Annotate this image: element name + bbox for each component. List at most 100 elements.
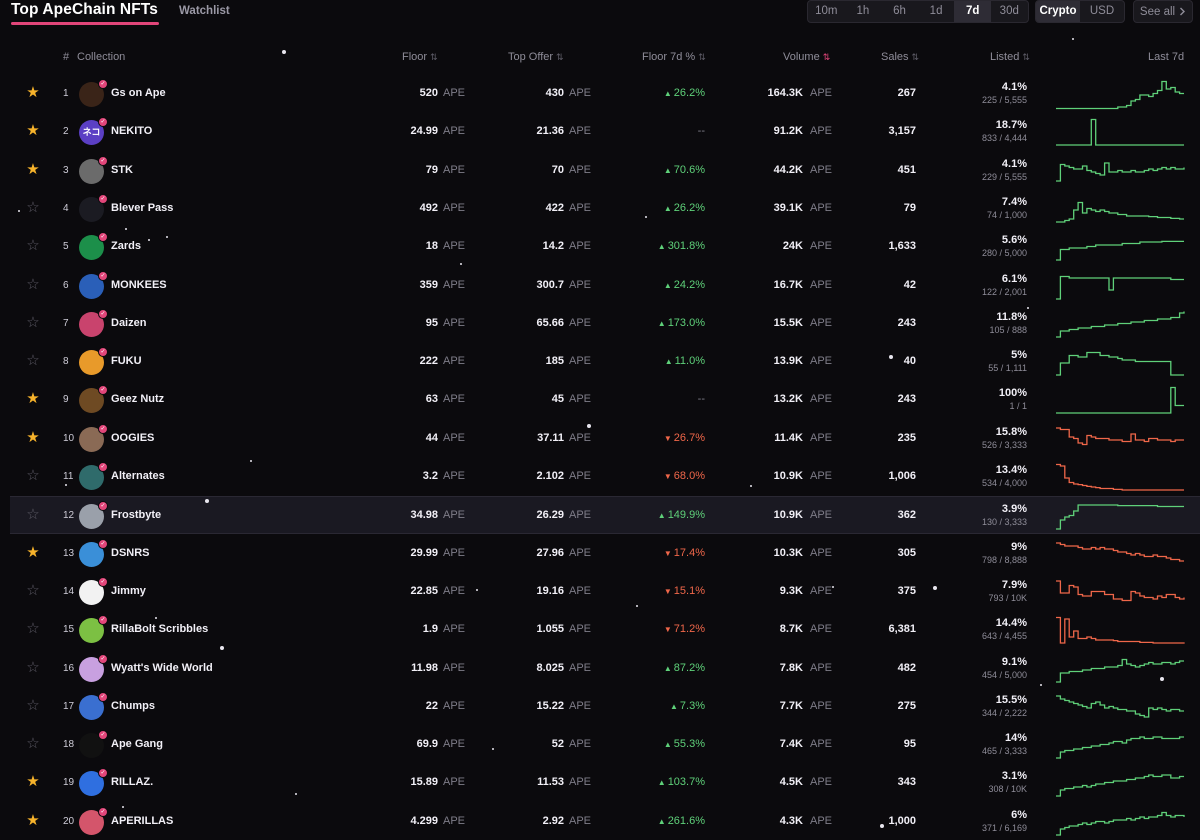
collection-name[interactable]: APERILLAS (111, 815, 173, 827)
collection-name[interactable]: MONKEES (111, 279, 167, 291)
col-header-sales[interactable]: Sales ⇅ (881, 51, 919, 65)
volume: 10.9K (773, 470, 803, 482)
collection-name[interactable]: Daizen (111, 317, 146, 329)
table-row[interactable]: ☆ 15 ✓ RillaBolt Scribbles 1.9 APE 1.055 APE ▼ 71… (10, 611, 1200, 649)
collection-name[interactable]: RILLAZ. (111, 776, 153, 788)
table-row[interactable]: ★ 9 ✓ Geez Nutz 63 APE 45 APE -- 13.2K APE 243 100% 1… (10, 381, 1200, 419)
star-icon[interactable]: ★ (25, 391, 41, 407)
col-header-listed[interactable]: Listed ⇅ (990, 51, 1030, 65)
avatar[interactable]: ✓ (79, 423, 108, 452)
table-row[interactable]: ★ 10 ✓ OOGIES 44 APE 37.11 APE ▼ 26.7% 11.4K APE 235… (10, 420, 1200, 458)
avatar[interactable]: ✓ (79, 615, 108, 644)
time-option-10m[interactable]: 10m (808, 1, 845, 22)
star-icon[interactable]: ☆ (25, 507, 41, 523)
collection-name[interactable]: Jimmy (111, 585, 146, 597)
col-header-floor-change[interactable]: Floor 7d % ⇅ (642, 51, 706, 65)
star-icon[interactable]: ★ (25, 544, 41, 561)
time-option-1d[interactable]: 1d (918, 1, 955, 22)
collection-name[interactable]: NEKITO (111, 125, 152, 137)
star-icon[interactable]: ☆ (25, 353, 41, 369)
table-row[interactable]: ☆ 11 ✓ Alternates 3.2 APE 2.102 APE ▼ 68.0% 10.9K A… (10, 458, 1200, 496)
star-icon[interactable]: ☆ (25, 468, 41, 484)
collection-name[interactable]: Alternates (111, 470, 165, 482)
time-option-7d[interactable]: 7d (954, 1, 991, 22)
time-option-30d[interactable]: 30d (991, 1, 1028, 22)
table-row[interactable]: ☆ 12 ✓ Frostbyte 34.98 APE 26.29 APE ▲ 149.9% 10.9… (10, 496, 1200, 535)
avatar[interactable]: ✓ (79, 576, 108, 605)
avatar[interactable]: ✓ (79, 768, 108, 797)
avatar[interactable]: ✓ (79, 193, 108, 222)
avatar[interactable]: ✓ (79, 308, 108, 337)
avatar[interactable]: ✓ (79, 538, 108, 567)
currency-option-usd[interactable]: USD (1080, 1, 1124, 22)
collection-name[interactable]: RillaBolt Scribbles (111, 623, 208, 635)
avatar[interactable]: ✓ (79, 462, 108, 490)
avatar[interactable]: ✓ (79, 653, 108, 682)
listed-percent: 15.5% (995, 693, 1027, 706)
col-header-floor[interactable]: Floor ⇅ (402, 51, 438, 65)
col-header-collection[interactable]: Collection (77, 51, 125, 65)
table-row[interactable]: ☆ 16 ✓ Wyatt's Wide World 11.98 APE 8.025 APE ▲ 8… (10, 650, 1200, 688)
star-icon[interactable]: ☆ (25, 238, 41, 254)
page-title[interactable]: Top ApeChain NFTs (11, 1, 158, 19)
star-icon[interactable]: ★ (25, 429, 41, 446)
star-icon[interactable]: ☆ (25, 621, 41, 637)
avatar[interactable]: ✓ (79, 691, 108, 720)
collection-name[interactable]: Geez Nutz (111, 393, 164, 405)
avatar[interactable]: ✓ (79, 806, 108, 835)
table-row[interactable]: ☆ 18 ✓ Ape Gang 69.9 APE 52 APE ▲ 55.3% 7.4K APE 95 1… (10, 726, 1200, 764)
table-row[interactable]: ★ 1 ✓ Gs on Ape 520 APE 430 APE ▲ 26.2% 164.3K APE 2… (10, 75, 1200, 113)
collection-name[interactable]: DSNRS (111, 547, 150, 559)
table-row[interactable]: ☆ 17 ✓ Chumps 22 APE 15.22 APE ▲ 7.3% 7.7K APE 275 15… (10, 688, 1200, 726)
avatar[interactable]: ✓ (79, 232, 108, 261)
table-row[interactable]: ★ 20 ✓ APERILLAS 4.299 APE 2.92 APE ▲ 261.6% 4.3K A… (10, 803, 1200, 840)
star-icon[interactable]: ☆ (25, 199, 41, 216)
star-icon[interactable]: ☆ (25, 736, 41, 752)
col-header-top-offer[interactable]: Top Offer ⇅ (508, 51, 564, 65)
table-row[interactable]: ☆ 14 ✓ Jimmy 22.85 APE 19.16 APE ▼ 15.1% 9.3K APE 37… (10, 573, 1200, 611)
collection-name[interactable]: Frostbyte (111, 509, 161, 521)
star-icon[interactable]: ☆ (25, 659, 41, 676)
table-row[interactable]: ☆ 7 ✓ Daizen 95 APE 65.66 APE ▲ 173.0% 15.5K APE 243… (10, 305, 1200, 343)
avatar[interactable]: ✓ (79, 155, 108, 184)
star-icon[interactable]: ☆ (25, 314, 41, 331)
table-row[interactable]: ☆ 8 ✓ FUKU 222 APE 185 APE ▲ 11.0% 13.9K APE 40 5% 55 … (10, 343, 1200, 381)
collection-name[interactable]: STK (111, 164, 133, 176)
collection-name[interactable]: Zards (111, 240, 141, 252)
avatar[interactable]: ✓ (79, 270, 108, 299)
table-row[interactable]: ☆ 5 ✓ Zards 18 APE 14.2 APE ▲ 301.8% 24K APE 1,633 5.… (10, 228, 1200, 266)
tab-watchlist[interactable]: Watchlist (179, 5, 230, 17)
currency-option-crypto[interactable]: Crypto (1036, 1, 1080, 22)
star-icon[interactable]: ★ (25, 161, 41, 178)
collection-name[interactable]: Gs on Ape (111, 87, 166, 99)
star-icon[interactable]: ★ (25, 812, 41, 829)
avatar[interactable]: ✓ (79, 501, 108, 530)
star-icon[interactable]: ★ (25, 774, 41, 790)
table-row[interactable]: ☆ 4 ✓ Blever Pass 492 APE 422 APE ▲ 26.2% 39.1K APE… (10, 190, 1200, 228)
collection-name[interactable]: Wyatt's Wide World (111, 662, 213, 674)
avatar[interactable]: ネコ ✓ (79, 117, 108, 146)
table-row[interactable]: ★ 19 ✓ RILLAZ. 15.89 APE 11.53 APE ▲ 103.7% 4.5K AP… (10, 764, 1200, 802)
avatar[interactable]: ✓ (79, 347, 108, 376)
col-header-volume[interactable]: Volume ⇅ (783, 51, 830, 65)
collection-name[interactable]: OOGIES (111, 432, 154, 444)
table-row[interactable]: ★ 13 ✓ DSNRS 29.99 APE 27.96 APE ▼ 17.4% 10.3K APE 3… (10, 535, 1200, 573)
table-row[interactable]: ☆ 6 ✓ MONKEES 359 APE 300.7 APE ▲ 24.2% 16.7K APE 42… (10, 267, 1200, 305)
time-option-6h[interactable]: 6h (881, 1, 918, 22)
time-option-1h[interactable]: 1h (845, 1, 882, 22)
star-icon[interactable]: ★ (25, 123, 41, 139)
collection-name[interactable]: Chumps (111, 700, 155, 712)
avatar[interactable]: ✓ (79, 79, 108, 107)
collection-name[interactable]: FUKU (111, 355, 142, 367)
star-icon[interactable]: ☆ (25, 697, 41, 714)
star-icon[interactable]: ★ (25, 85, 41, 101)
table-row[interactable]: ★ 3 ✓ STK 79 APE 70 APE ▲ 70.6% 44.2K APE 451 4.1% 229… (10, 152, 1200, 190)
collection-name[interactable]: Blever Pass (111, 202, 173, 214)
avatar[interactable]: ✓ (79, 385, 108, 414)
star-icon[interactable]: ☆ (25, 276, 41, 293)
star-icon[interactable]: ☆ (25, 582, 41, 599)
see-all-button[interactable]: See all (1133, 0, 1193, 23)
collection-name[interactable]: Ape Gang (111, 738, 163, 750)
table-row[interactable]: ★ 2 ネコ ✓ NEKITO 24.99 APE 21.36 APE -- 91.2K APE 3,1… (10, 113, 1200, 151)
avatar[interactable]: ✓ (79, 730, 108, 759)
